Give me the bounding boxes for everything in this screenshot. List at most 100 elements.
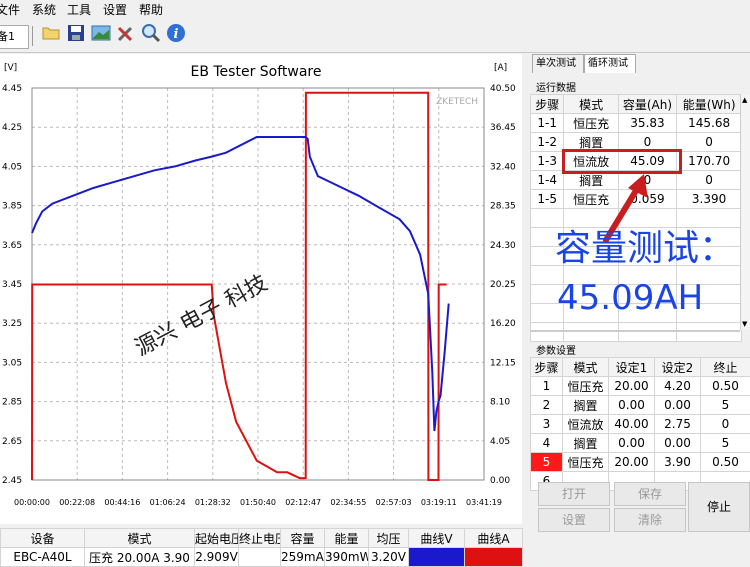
run-cell: 恒压充: [564, 114, 618, 133]
device-table: 设备模式起始电压终止电压容量能量均压曲线V曲线A EBC-A40L压充 20.0…: [0, 528, 523, 567]
device-cell: 259mAh: [281, 548, 325, 567]
param-table-header: 步骤模式设定1设定2终止: [531, 358, 750, 377]
param-cell: 5: [701, 434, 750, 453]
device-col-header-6: 均压: [369, 529, 409, 548]
x-tick-label: 01:50:40: [240, 498, 276, 507]
run-cell-empty: [564, 323, 618, 342]
device-table-header: 设备模式起始电压终止电压容量能量均压曲线V曲线A: [1, 529, 523, 548]
chart-panel: [V] [A] EB Tester Software ZKETECH 4.454…: [0, 54, 522, 524]
run-cell-empty: [531, 209, 564, 228]
run-cell-empty: [618, 323, 676, 342]
param-col-header-3: 设定2: [655, 358, 701, 377]
right-tick-label: 40.50: [490, 84, 516, 94]
x-tick-label: 02:57:03: [376, 498, 412, 507]
param-table-row[interactable]: 3恒流放40.002.750: [531, 415, 750, 434]
menu-settings[interactable]: 设置: [103, 1, 127, 18]
voltage-current-chart: [V] [A] EB Tester Software ZKETECH 4.454…: [0, 54, 522, 524]
run-cell: 0: [677, 171, 742, 190]
run-col-header-1: 模式: [564, 95, 618, 114]
device-col-header-2: 起始电压: [195, 529, 239, 548]
right-tick-label: 28.35: [490, 202, 516, 212]
device-tab[interactable]: 设备1: [0, 25, 29, 49]
param-cell: 0.00: [655, 434, 701, 453]
param-cell: 0.50: [701, 377, 750, 396]
left-tick-label: 3.25: [2, 319, 22, 329]
param-table-row[interactable]: 1恒压充20.004.200.50: [531, 377, 750, 396]
param-cell: 0.00: [609, 396, 655, 415]
param-cell: 0.00: [655, 396, 701, 415]
device-col-header-1: 模式: [85, 529, 195, 548]
left-tick-label: 3.45: [2, 280, 22, 290]
param-cell: 2.75: [655, 415, 701, 434]
run-cell: 170.70: [677, 152, 742, 171]
right-tick-label: 12.15: [490, 358, 516, 368]
save-icon[interactable]: [65, 22, 87, 44]
menu-tools[interactable]: 工具: [67, 1, 91, 18]
param-cell: 0.00: [609, 434, 655, 453]
left-tick-label: 2.85: [2, 398, 22, 408]
clear-button[interactable]: 清除: [614, 508, 686, 532]
chart-image-icon[interactable]: [90, 22, 112, 44]
param-cell: 恒流放: [563, 415, 609, 434]
stop-button[interactable]: 停止: [688, 482, 750, 532]
control-buttons: 打开 保存 设置 清除 停止: [534, 478, 750, 558]
tools-icon[interactable]: [115, 22, 137, 44]
param-cell: 0.50: [701, 453, 750, 472]
device-col-header-7: 曲线V: [409, 529, 465, 548]
run-cell: 145.68: [677, 114, 742, 133]
left-tick-label: 2.65: [2, 437, 22, 447]
left-tick-label: 4.05: [2, 162, 22, 172]
annotation-value: 45.09AH: [557, 278, 703, 318]
device-tab-label: 设备1: [0, 30, 15, 43]
param-cell: 20.00: [609, 453, 655, 472]
menu-file[interactable]: 文件: [0, 1, 20, 18]
x-tick-label: 00:44:16: [104, 498, 140, 507]
left-tick-label: 3.65: [2, 241, 22, 251]
menu-help[interactable]: 帮助: [139, 1, 163, 18]
run-table-bottom: [530, 330, 740, 332]
menu-system[interactable]: 系统: [32, 1, 56, 18]
device-col-header-5: 能量: [325, 529, 369, 548]
run-cell: 35.83: [618, 114, 676, 133]
param-cell: 20.00: [609, 377, 655, 396]
param-step-cell: 1: [531, 377, 563, 396]
device-cell: EBC-A40L: [1, 548, 85, 567]
run-table-row[interactable]: 1-1恒压充35.83145.68: [531, 114, 742, 133]
toolbar-separator: [32, 26, 33, 46]
param-col-header-4: 终止: [701, 358, 750, 377]
param-col-header-0: 步骤: [531, 358, 563, 377]
setting-button[interactable]: 设置: [538, 508, 610, 532]
tab-single-test[interactable]: 单次测试: [532, 54, 584, 73]
param-table-row[interactable]: 2搁置0.000.005: [531, 396, 750, 415]
right-axis-unit: [A]: [494, 63, 507, 73]
param-step-cell: 3: [531, 415, 563, 434]
device-cell: 3.20V: [369, 548, 409, 567]
tab-cycle-test[interactable]: 循环测试: [584, 54, 636, 73]
open-folder-icon[interactable]: [40, 22, 62, 44]
run-table-scrollbar[interactable]: ▲ ▼: [740, 94, 750, 330]
info-icon[interactable]: i: [165, 22, 187, 44]
save-button[interactable]: 保存: [614, 482, 686, 506]
device-col-header-4: 容量: [281, 529, 325, 548]
run-col-header-3: 能量(Wh): [677, 95, 742, 114]
x-tick-label: 00:22:08: [59, 498, 95, 507]
watermark-brand: ZKETECH: [436, 97, 478, 107]
device-cell: 压充 20.00A 3.90: [85, 548, 195, 567]
run-cell-empty: [677, 209, 742, 228]
scroll-down-icon[interactable]: ▼: [742, 320, 747, 328]
scroll-up-icon[interactable]: ▲: [742, 96, 747, 104]
chart-title: EB Tester Software: [190, 64, 321, 80]
search-icon[interactable]: [140, 22, 162, 44]
device-table-row[interactable]: EBC-A40L压充 20.00A 3.902.909V259mAh390mWh…: [1, 548, 523, 567]
open-button[interactable]: 打开: [538, 482, 610, 506]
run-cell-empty: [677, 323, 742, 342]
device-col-header-0: 设备: [1, 529, 85, 548]
param-table-row[interactable]: 5恒压充20.003.900.50: [531, 453, 750, 472]
param-settings-label: 参数设置: [536, 342, 576, 357]
right-tick-label: 0.00: [490, 476, 510, 486]
x-tick-label: 02:34:55: [330, 498, 366, 507]
x-tick-label: 01:28:32: [195, 498, 231, 507]
param-table-row[interactable]: 4搁置0.000.005: [531, 434, 750, 453]
device-cell: 2.909V: [195, 548, 239, 567]
x-tick-label: 01:06:24: [150, 498, 186, 507]
